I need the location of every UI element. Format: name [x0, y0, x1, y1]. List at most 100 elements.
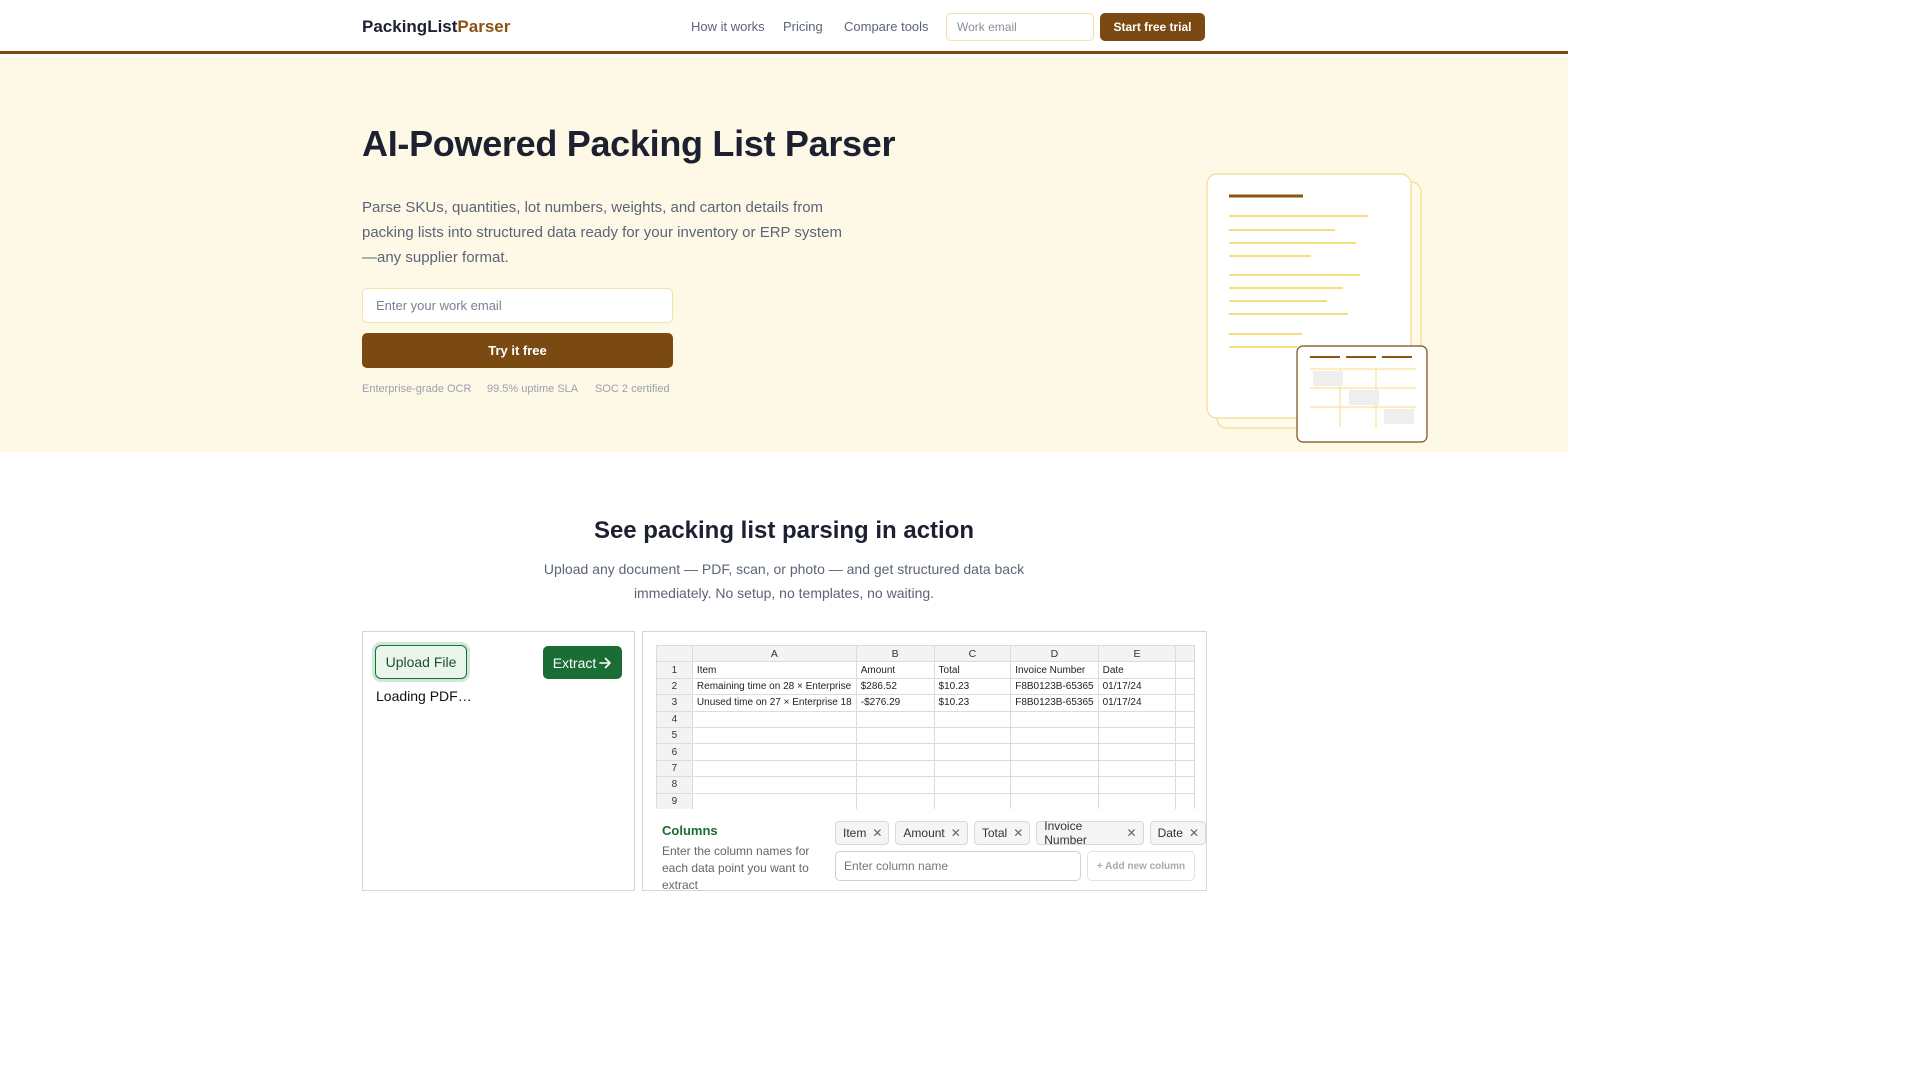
chip-label: Total [981, 826, 1008, 840]
table-cell[interactable]: 01/17/24 [1097, 677, 1177, 696]
remove-icon[interactable]: ✕ [1013, 826, 1023, 840]
hero-section: AI-Powered Packing List Parser Parse SKU… [0, 57, 1568, 452]
hero-description: Parse SKUs, quantities, lot numbers, wei… [362, 199, 842, 266]
remove-icon[interactable]: ✕ [872, 826, 882, 840]
table-cell[interactable] [691, 776, 857, 794]
table-cell[interactable] [691, 710, 857, 728]
table-cell[interactable] [933, 776, 1012, 794]
table-cell[interactable] [855, 759, 935, 778]
upload-panel: Upload File Extract Loading PDF… [362, 631, 635, 891]
table-cell[interactable] [1175, 661, 1195, 679]
upload-file-button[interactable]: Upload File [375, 645, 467, 679]
table-cell[interactable] [933, 726, 1012, 745]
table-cell[interactable]: Remaining time on 28 × Enterprise [691, 677, 857, 696]
table-cell[interactable] [1175, 792, 1195, 809]
table-cell[interactable] [691, 759, 857, 778]
table-cell[interactable] [691, 743, 857, 761]
hero-email-input[interactable] [362, 288, 673, 323]
table-cell[interactable] [933, 792, 1012, 809]
column-name-input[interactable] [835, 851, 1081, 881]
demo-section-title: See packing list parsing in action [593, 517, 975, 544]
table-cell[interactable] [1097, 710, 1177, 728]
column-header-e[interactable]: E [1097, 645, 1177, 663]
try-it-free-button[interactable]: Try it free [362, 333, 673, 368]
table-cell[interactable] [933, 759, 1012, 778]
table-cell[interactable]: Unused time on 27 × Enterprise 18 [691, 694, 857, 712]
table-cell[interactable] [855, 776, 935, 794]
row-number: 4 [656, 710, 693, 728]
table-cell[interactable] [1097, 759, 1177, 778]
add-new-column-button[interactable]: + Add new column [1087, 851, 1195, 881]
hero-title: AI-Powered Packing List Parser [362, 123, 896, 164]
extract-button[interactable]: Extract [543, 646, 622, 679]
table-cell[interactable]: -$276.29 [855, 694, 935, 712]
column-chip-total: Total ✕ [973, 821, 1031, 845]
corner-cell [656, 645, 693, 663]
table-cell[interactable] [1010, 792, 1099, 809]
table-cell[interactable] [933, 710, 1012, 728]
table-cell[interactable] [855, 726, 935, 745]
logo-text: PackingList [362, 17, 458, 36]
table-cell[interactable] [691, 726, 857, 745]
table-cell[interactable] [855, 743, 935, 761]
nav-link-how-it-works[interactable]: How it works [691, 19, 765, 34]
remove-icon[interactable]: ✕ [951, 826, 961, 840]
table-cell[interactable]: Amount [855, 661, 935, 679]
table-cell[interactable] [933, 743, 1012, 761]
table-cell[interactable] [1010, 743, 1099, 761]
table-cell[interactable]: Invoice Number [1010, 661, 1099, 679]
table-cell[interactable] [1175, 710, 1195, 728]
table-cell[interactable] [1010, 726, 1099, 745]
column-header-d[interactable]: D [1010, 645, 1099, 663]
nav-link-compare-tools[interactable]: Compare tools [844, 19, 929, 34]
table-cell[interactable]: Total [933, 661, 1012, 679]
nav-email-input[interactable] [946, 13, 1094, 41]
logo[interactable]: PackingListParser [362, 17, 510, 37]
table-cell[interactable] [1175, 694, 1195, 712]
table-cell[interactable] [691, 792, 857, 809]
table-cell[interactable]: Date [1097, 661, 1177, 679]
table-cell[interactable] [1010, 759, 1099, 778]
extract-button-label: Extract [552, 654, 597, 671]
table-cell[interactable]: 01/17/24 [1097, 694, 1177, 712]
table-cell[interactable]: F8B0123B-65365 [1010, 694, 1099, 712]
columns-title: Columns [662, 823, 718, 838]
table-cell[interactable]: Item [691, 661, 857, 679]
table-cell[interactable]: F8B0123B-65365 [1010, 677, 1099, 696]
remove-icon[interactable]: ✕ [1127, 826, 1137, 840]
table-cell[interactable] [855, 710, 935, 728]
column-header-f[interactable] [1175, 645, 1195, 663]
table-cell[interactable] [1175, 776, 1195, 794]
nav-link-pricing[interactable]: Pricing [783, 19, 823, 34]
chip-label: Item [843, 826, 867, 840]
table-cell[interactable]: $10.23 [933, 694, 1012, 712]
table-row: 1 Item Amount Total Invoice Number Date [656, 661, 1195, 679]
table-cell[interactable] [1010, 710, 1099, 728]
table-cell[interactable]: $10.23 [933, 677, 1012, 696]
row-number: 2 [656, 677, 693, 696]
spreadsheet: A B C D E 1 Item Amount Total Invoice Nu… [656, 645, 1195, 809]
table-cell[interactable] [1175, 743, 1195, 761]
table-cell[interactable] [1097, 726, 1177, 745]
row-number: 9 [656, 792, 693, 809]
column-header-b[interactable]: B [855, 645, 935, 663]
arrow-right-icon [599, 657, 612, 668]
start-free-trial-button[interactable]: Start free trial [1100, 13, 1205, 41]
table-cell[interactable] [1097, 743, 1177, 761]
table-cell[interactable] [1097, 776, 1177, 794]
table-cell[interactable] [855, 792, 935, 809]
column-header-a[interactable]: A [691, 645, 857, 663]
table-cell[interactable] [1097, 792, 1177, 809]
trust-badge-soc2: SOC 2 certified [595, 383, 670, 395]
column-header-c[interactable]: C [933, 645, 1012, 663]
table-cell[interactable] [1175, 677, 1195, 696]
remove-icon[interactable]: ✕ [1189, 826, 1199, 840]
column-header-row: A B C D E [656, 645, 1195, 663]
table-row: 8 [656, 776, 1195, 794]
column-chip-amount: Amount ✕ [895, 821, 968, 845]
trust-badge-uptime: 99.5% uptime SLA [487, 383, 579, 395]
table-cell[interactable]: $286.52 [855, 677, 935, 696]
table-cell[interactable] [1175, 726, 1195, 745]
table-cell[interactable] [1175, 759, 1195, 778]
table-cell[interactable] [1010, 776, 1099, 794]
